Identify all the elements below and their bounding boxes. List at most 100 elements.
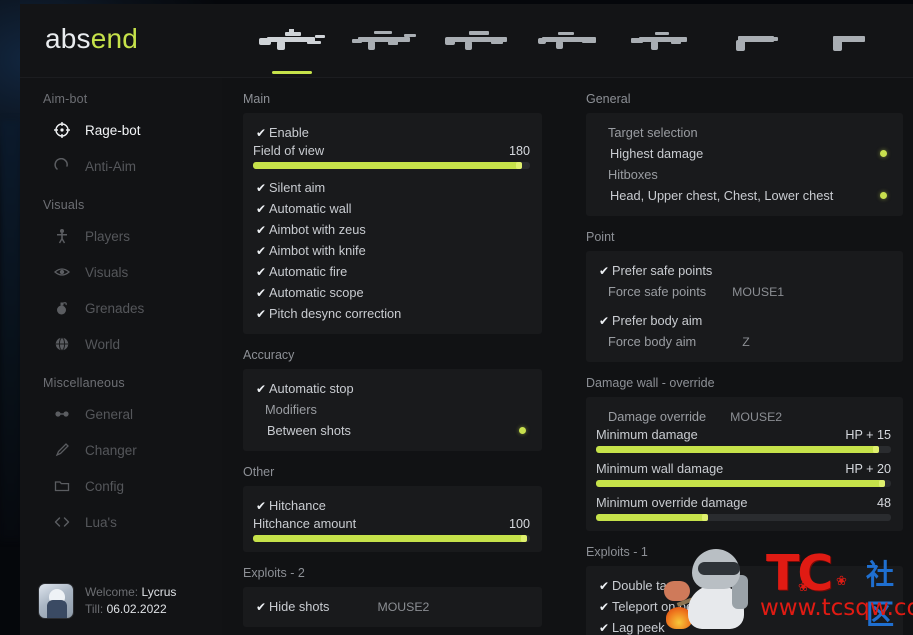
sidebar-item-luas[interactable]: Lua's: [20, 504, 222, 540]
checkbox-double-tap[interactable]: ✔ Double tap: [586, 575, 903, 596]
user-info-card: Welcome: Lycrus Till: 06.02.2022: [32, 575, 212, 627]
sidebar-item-rage-bot[interactable]: Rage-bot: [20, 112, 222, 148]
slider-hitchance-amount[interactable]: Hitchance amount 100: [243, 516, 542, 542]
dropdown-target-selection[interactable]: Highest damage: [586, 143, 903, 164]
dropdown-indicator-dot: [519, 427, 526, 434]
checkbox-lag-peek[interactable]: ✔ Lag peek: [586, 617, 903, 635]
sidebar: Aim-bot Rage-bot Anti-Aim Visuals Player…: [20, 78, 222, 635]
label-modifiers: Modifiers: [243, 399, 542, 420]
checkbox-prefer-body-aim[interactable]: ✔ Prefer body aim: [586, 310, 903, 331]
checkbox-label: Teleport on peek: [612, 599, 707, 614]
username: Lycrus: [141, 585, 177, 599]
slider-label: Minimum wall damage: [596, 461, 724, 476]
checkbox-automatic-wall[interactable]: ✔ Automatic wall: [243, 198, 542, 219]
keybind-force-safe-points[interactable]: Force safe points MOUSE1: [586, 281, 903, 302]
dropdown-hitboxes[interactable]: Head, Upper chest, Chest, Lower chest: [586, 185, 903, 206]
person-icon: [53, 227, 71, 245]
sidebar-item-label: Config: [85, 478, 125, 494]
sidebar-item-config[interactable]: Config: [20, 468, 222, 504]
auto-sniper-icon: [537, 32, 596, 49]
sidebar-item-label: Rage-bot: [85, 122, 141, 138]
checkbox-label: Prefer safe points: [612, 263, 713, 278]
keybind-value[interactable]: MOUSE2: [377, 600, 433, 614]
pistol-icon: [832, 36, 865, 51]
slider-track[interactable]: [253, 535, 530, 542]
sidebar-item-label: Anti-Aim: [85, 158, 137, 174]
weapon-tab-assault-rifle[interactable]: [338, 4, 431, 78]
sidebar-item-label: Visuals: [85, 264, 129, 280]
weapon-tab-smg-rifle[interactable]: [617, 4, 710, 78]
dropdown-indicator-dot: [880, 192, 887, 199]
pencil-icon: [53, 441, 71, 459]
sidebar-item-anti-aim[interactable]: Anti-Aim: [20, 148, 222, 184]
weapon-tab-machine-pistol[interactable]: [710, 4, 803, 78]
sidebar-item-players[interactable]: Players: [20, 218, 222, 254]
slider-value: HP + 15: [845, 428, 891, 442]
dropdown-modifiers[interactable]: Between shots: [243, 420, 542, 441]
checkbox-automatic-fire[interactable]: ✔ Automatic fire: [243, 261, 542, 282]
slider-value: 100: [508, 517, 530, 531]
modifiers-label: Modifiers: [265, 402, 317, 417]
weapon-tab-sniper-rifle[interactable]: [431, 4, 524, 78]
check-icon: ✔: [255, 222, 267, 237]
checkbox-hide-shots[interactable]: ✔ Hide shots MOUSE2: [243, 596, 542, 617]
sidebar-item-label: General: [85, 406, 134, 422]
slider-track[interactable]: [596, 480, 891, 487]
sidebar-item-general[interactable]: General: [20, 396, 222, 432]
section-title-exploits-right: Exploits - 1: [586, 545, 648, 559]
check-icon: ✔: [598, 263, 610, 278]
sidebar-item-grenades[interactable]: Grenades: [20, 290, 222, 326]
dropdown-indicator-dot: [880, 150, 887, 157]
slider-track[interactable]: [596, 514, 891, 521]
panel-damage-wall: Damage override MOUSE2 Minimum damage HP…: [586, 397, 903, 531]
checkbox-label: Hide shots: [269, 599, 330, 614]
sidebar-group-miscellaneous: Miscellaneous: [43, 376, 125, 390]
weapon-tab-pistol[interactable]: [803, 4, 896, 78]
weapon-tab-scout-rifle[interactable]: [245, 4, 338, 78]
keybind-damage-override[interactable]: Damage override MOUSE2: [586, 406, 903, 427]
keybind-value[interactable]: MOUSE2: [730, 410, 786, 424]
checkbox-label: Automatic fire: [269, 264, 348, 279]
checkbox-hitchance[interactable]: ✔ Hitchance: [243, 495, 542, 516]
slider-track[interactable]: [596, 446, 891, 453]
checkbox-aimbot-with-knife[interactable]: ✔ Aimbot with knife: [243, 240, 542, 261]
sidebar-item-world[interactable]: World: [20, 326, 222, 362]
checkbox-aimbot-with-zeus[interactable]: ✔ Aimbot with zeus: [243, 219, 542, 240]
slider-minimum-override-damage[interactable]: Minimum override damage 48: [586, 495, 903, 521]
section-title-point: Point: [586, 230, 615, 244]
checkbox-label: Aimbot with zeus: [269, 222, 366, 237]
checkbox-label: Lag peek: [612, 620, 665, 635]
check-icon: ✔: [598, 313, 610, 328]
checkbox-teleport-on-peek[interactable]: ✔ Teleport on peek: [586, 596, 903, 617]
till-date: 06.02.2022: [106, 602, 167, 616]
checkbox-prefer-safe-points[interactable]: ✔ Prefer safe points: [586, 260, 903, 281]
sidebar-item-label: World: [85, 336, 121, 352]
panel-exploits-left: ✔ Hide shots MOUSE2: [243, 587, 542, 627]
panel-other: ✔ Hitchance Hitchance amount 100: [243, 486, 542, 552]
slider-field-of-view[interactable]: Field of view 180: [243, 143, 542, 169]
smg-rifle-icon: [630, 32, 687, 50]
weapon-tab-auto-sniper[interactable]: [524, 4, 617, 78]
keybind-value[interactable]: Z: [742, 335, 754, 349]
checkbox-enable[interactable]: ✔ Enable: [243, 122, 542, 143]
keybind-value[interactable]: MOUSE1: [732, 285, 788, 299]
code-icon: [53, 513, 71, 531]
dropdown-value: Highest damage: [610, 146, 704, 161]
slider-value: 180: [508, 144, 530, 158]
checkbox-automatic-scope[interactable]: ✔ Automatic scope: [243, 282, 542, 303]
sidebar-item-visuals[interactable]: Visuals: [20, 254, 222, 290]
sidebar-item-label: Changer: [85, 442, 137, 458]
slider-label: Hitchance amount: [253, 516, 357, 531]
slider-minimum-damage[interactable]: Minimum damage HP + 15: [586, 427, 903, 453]
keybind-force-body-aim[interactable]: Force body aim Z: [586, 331, 903, 352]
slider-minimum-wall-damage[interactable]: Minimum wall damage HP + 20: [586, 461, 903, 487]
sidebar-item-changer[interactable]: Changer: [20, 432, 222, 468]
slider-track[interactable]: [253, 162, 530, 169]
checkbox-silent-aim[interactable]: ✔ Silent aim: [243, 177, 542, 198]
machine-pistol-icon: [735, 36, 778, 51]
sidebar-item-label: Players: [85, 228, 131, 244]
check-icon: ✔: [598, 578, 610, 593]
checkbox-automatic-stop[interactable]: ✔ Automatic stop: [243, 378, 542, 399]
checkbox-pitch-desync-correction[interactable]: ✔ Pitch desync correction: [243, 303, 542, 324]
keybind-label: Force safe points: [608, 284, 707, 299]
